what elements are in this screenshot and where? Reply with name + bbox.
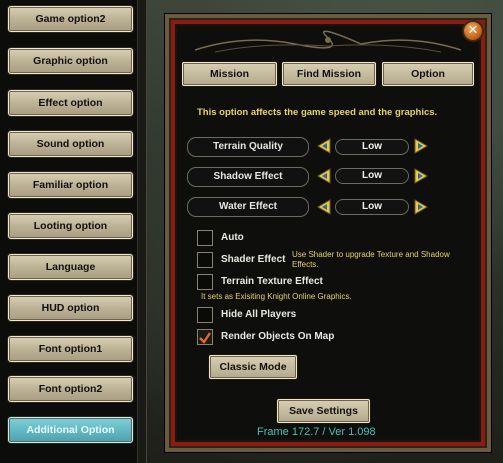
- info-text: This option affects the game speed and t…: [197, 107, 438, 118]
- menu-graphic-option-button[interactable]: Graphic option: [8, 48, 133, 74]
- menu-font-option2-button[interactable]: Font option2: [8, 376, 133, 402]
- hide-all-players-checkbox[interactable]: [197, 307, 213, 323]
- water-effect-value: Low: [335, 199, 409, 215]
- shadow-effect-value: Low: [335, 168, 409, 184]
- shader-effect-label: Shader Effect: [221, 254, 286, 265]
- shadow-effect-right-arrow-icon[interactable]: [413, 168, 429, 184]
- water-effect-label: Water Effect: [187, 197, 309, 217]
- classic-mode-button[interactable]: Classic Mode: [209, 355, 297, 379]
- menu-effect-option-button[interactable]: Effect option: [8, 90, 133, 116]
- menu-hud-option-button[interactable]: HUD option: [8, 295, 133, 321]
- menu-scrollbar[interactable]: [137, 0, 146, 463]
- auto-label: Auto: [221, 232, 244, 243]
- menu-language-button[interactable]: Language: [8, 254, 133, 280]
- terrain-texture-effect-checkbox[interactable]: [197, 274, 213, 290]
- terrain-quality-value: Low: [335, 139, 409, 155]
- terrain-quality-label: Terrain Quality: [187, 137, 309, 157]
- terrain-quality-right-arrow-icon[interactable]: [413, 138, 429, 154]
- tab-find-mission[interactable]: Find Mission: [282, 62, 376, 86]
- shader-effect-checkbox[interactable]: [197, 252, 213, 268]
- check-mark-icon: [199, 332, 211, 344]
- terrain-texture-effect-description: It sets as Exisiting Knight Online Graph…: [201, 292, 352, 301]
- menu-looting-option-button[interactable]: Looting option: [8, 213, 133, 239]
- hide-all-players-label: Hide All Players: [221, 309, 297, 320]
- tab-option[interactable]: Option: [382, 62, 474, 86]
- water-effect-right-arrow-icon[interactable]: [413, 199, 429, 215]
- auto-checkbox[interactable]: [197, 230, 213, 246]
- menu-familiar-option-button[interactable]: Familiar option: [8, 172, 133, 198]
- shadow-effect-label: Shadow Effect: [187, 167, 309, 187]
- close-button[interactable]: ✕: [462, 20, 484, 42]
- menu-game-option2-button[interactable]: Game option2: [8, 6, 133, 32]
- render-objects-on-map-label: Render Objects On Map: [221, 331, 335, 342]
- option-menu-panel: Game option2 Graphic option Effect optio…: [0, 0, 147, 463]
- header-ornament-icon: [194, 30, 462, 53]
- menu-sound-option-button[interactable]: Sound option: [8, 131, 133, 157]
- terrain-texture-effect-label: Terrain Texture Effect: [221, 276, 323, 287]
- shader-effect-description: Use Shader to upgrade Texture and Shadow…: [292, 250, 450, 269]
- shadow-effect-left-arrow-icon[interactable]: [316, 168, 332, 184]
- water-effect-left-arrow-icon[interactable]: [316, 199, 332, 215]
- menu-font-option1-button[interactable]: Font option1: [8, 336, 133, 362]
- menu-additional-option-button[interactable]: Additional Option: [8, 417, 133, 443]
- render-objects-on-map-checkbox[interactable]: [197, 329, 213, 345]
- tab-mission[interactable]: Mission: [182, 62, 277, 86]
- frame-version-text: Frame 172.7 / Ver 1.098: [257, 426, 376, 438]
- save-settings-button[interactable]: Save Settings: [277, 399, 370, 423]
- terrain-quality-left-arrow-icon[interactable]: [316, 138, 332, 154]
